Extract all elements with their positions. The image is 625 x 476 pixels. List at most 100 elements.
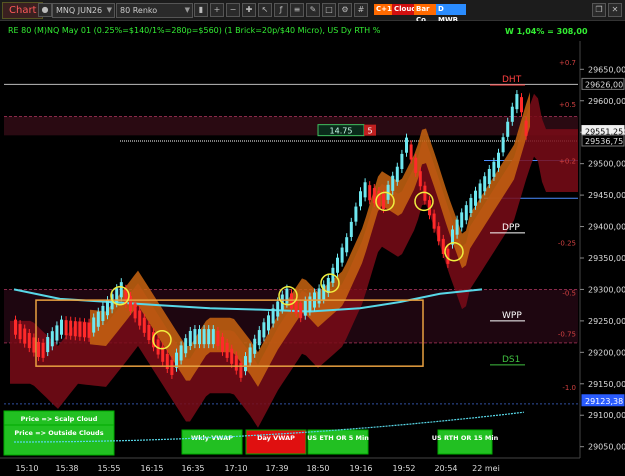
candle [211,329,215,345]
candle [363,182,367,198]
candle [188,330,192,347]
indicator-icon[interactable]: ƒ [274,3,288,17]
candle [202,329,206,345]
candle [170,359,174,375]
candle [253,338,257,354]
x-tick-label: 20:54 [434,464,457,473]
candle [418,171,422,187]
y-tick-label: 29500,00 [588,160,625,169]
price-chart[interactable]: RE 80 (M)NQ May 01 (0.25%=$140/1%=280p=$… [0,21,625,476]
candle [349,221,353,237]
candle [515,94,519,110]
signal-label: Price => Scalp Cloud [21,415,98,423]
template-icon[interactable]: □ [322,3,336,17]
candle [46,336,50,353]
x-tick-label: 16:15 [140,464,163,473]
strategy-icon[interactable]: ≡ [290,3,304,17]
candle [115,288,119,304]
candle [285,288,289,304]
candle [60,319,63,335]
x-tick-label: 15:55 [97,464,120,473]
candle [455,219,459,235]
candle [129,296,132,312]
candle [464,205,468,221]
price-label: 29536,75 [585,137,623,146]
price-label: 29626,00 [585,80,623,89]
candle [27,332,31,349]
candle [37,341,40,357]
signal-label: US RTH OR 15 Min [432,434,499,442]
indicator-tag[interactable]: D MWB [436,4,466,24]
candle [460,212,464,228]
candle [432,213,436,229]
candle [510,106,514,122]
candle [78,321,82,337]
candle [96,311,100,327]
x-tick-label: 22 mei [472,464,500,473]
zoom-out-icon[interactable]: − [226,3,240,17]
candle [326,277,330,294]
candle [257,330,261,346]
x-tick-label: 17:10 [224,464,247,473]
candle [501,137,505,153]
pointer-icon[interactable]: ↖ [258,3,272,17]
bars-icon[interactable]: ▮ [194,3,208,17]
candle [322,284,326,300]
candle [18,324,22,340]
y-tick-label: 29150,00 [588,380,625,389]
candle [14,319,17,335]
indicator-tag[interactable]: Bar Co [414,4,438,24]
x-tick-label: 15:38 [55,464,78,473]
candle [395,166,399,182]
close-icon[interactable]: ✕ [608,3,622,17]
candle [354,206,358,222]
candle [271,308,275,324]
crosshair-icon[interactable]: ✚ [242,3,256,17]
candle [142,317,146,333]
price-label: 29123,38 [585,397,623,406]
candle [216,330,220,346]
restore-icon[interactable]: ❐ [592,3,606,17]
candle [437,226,441,242]
symbol-select[interactable]: MNQ JUN26 ▼ [52,3,115,18]
pct-label: -0.25 [558,239,576,247]
order-count-label: 5 [367,127,372,136]
pct-label: +0.2 [559,158,576,166]
candle [133,303,137,319]
candle [239,362,243,378]
candle [101,305,105,322]
bar-type-select[interactable]: 80 Renko ▼ [116,3,193,18]
candle [524,120,528,136]
zoom-in-icon[interactable]: + [210,3,224,17]
candle [83,322,86,338]
candle [32,337,36,353]
candle [147,324,151,341]
candle [405,137,408,153]
candle [469,197,473,214]
indicator-tag[interactable]: C+10 [374,4,397,15]
candle [106,300,109,316]
candle [400,153,404,169]
pct-label: +0.7 [559,59,576,67]
candle [184,338,188,354]
candle [225,342,229,358]
chart-background [0,21,625,476]
lock-icon[interactable]: ● [38,3,52,17]
candle [492,161,496,177]
grid-icon[interactable]: # [354,3,368,17]
candle [276,301,280,317]
chevron-down-icon: ▼ [106,6,112,14]
candle [234,355,238,371]
signal-label: US ETH OR 5 Min [307,434,369,442]
draw-icon[interactable]: ✎ [306,3,320,17]
candle [73,321,77,337]
y-tick-label: 29250,00 [588,317,625,326]
properties-icon[interactable]: ⚙ [338,3,352,17]
indicator-tag[interactable]: Cloud [392,4,416,15]
candle [138,310,142,326]
candle [487,168,491,185]
y-tick-label: 29050,00 [588,443,625,452]
candle [119,282,123,298]
signal-label: Day VWAP [257,434,295,442]
performance-label: W 1,04% = 308,00 [505,27,588,36]
